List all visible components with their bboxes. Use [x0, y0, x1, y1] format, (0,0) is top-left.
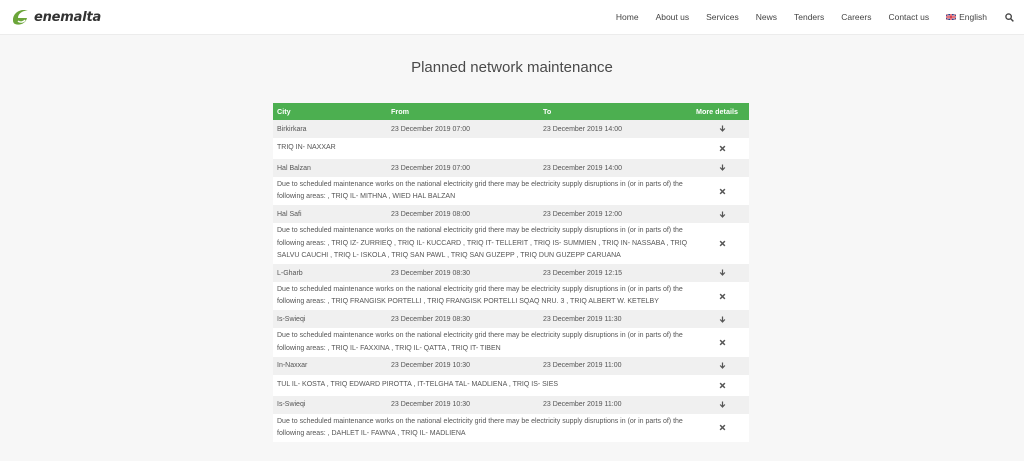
nav-home[interactable]: Home — [616, 12, 639, 22]
cell-details: Due to scheduled maintenance works on th… — [273, 177, 692, 206]
cell-from: 23 December 2019 10:30 — [387, 356, 539, 375]
close-icon[interactable] — [719, 145, 726, 152]
cell-city: Hal Balzan — [273, 159, 387, 177]
cell-to: 23 December 2019 12:00 — [539, 205, 692, 224]
expand-toggle[interactable] — [692, 310, 749, 329]
arrow-down-icon[interactable] — [719, 362, 726, 369]
close-icon[interactable] — [719, 339, 726, 346]
table-row: In-Naxxar 23 December 2019 10:30 23 Decemb… — [273, 356, 749, 375]
arrow-down-icon[interactable] — [719, 211, 726, 218]
expand-toggle[interactable] — [692, 356, 749, 375]
collapse-toggle[interactable] — [692, 138, 749, 159]
arrow-down-icon[interactable] — [719, 401, 726, 408]
cell-city: L-Gharb — [273, 264, 387, 283]
brand-name: enemalta — [34, 9, 102, 25]
cell-city: Birkirkara — [273, 120, 387, 138]
table-row: Hal Safi 23 December 2019 08:00 23 Decembe… — [273, 205, 749, 224]
cell-city: Is-Swieqi — [273, 395, 387, 414]
expand-toggle[interactable] — [692, 120, 749, 138]
expand-toggle[interactable] — [692, 205, 749, 224]
collapse-toggle[interactable] — [692, 328, 749, 357]
cell-to: 23 December 2019 11:00 — [539, 356, 692, 375]
cell-to: 23 December 2019 14:00 — [539, 120, 692, 138]
cell-city: Is-Swieqi — [273, 310, 387, 329]
uk-flag-icon — [946, 14, 957, 20]
expand-toggle[interactable] — [692, 159, 749, 177]
close-icon[interactable] — [719, 293, 726, 300]
cell-details: Due to scheduled maintenance works on th… — [273, 413, 692, 443]
table-detail-row: Due to scheduled maintenance works on th… — [273, 223, 749, 265]
table-row: Birkirkara 23 December 2019 07:00 23 Decem… — [273, 120, 749, 138]
cell-to: 23 December 2019 11:30 — [539, 310, 692, 329]
close-icon[interactable] — [719, 240, 726, 247]
main-nav: Home About us Services News Tenders Care… — [599, 0, 1014, 34]
table-detail-row: Due to scheduled maintenance works on th… — [273, 413, 749, 443]
collapse-toggle[interactable] — [692, 177, 749, 206]
nav-careers[interactable]: Careers — [841, 12, 871, 22]
cell-city: In-Naxxar — [273, 356, 387, 375]
header-city: City — [273, 103, 387, 120]
collapse-toggle[interactable] — [692, 223, 749, 265]
table-row: L-Gharb 23 December 2019 08:30 23 December… — [273, 264, 749, 283]
collapse-toggle[interactable] — [692, 282, 749, 311]
maintenance-table: City From To More details Birkirkara 23 D… — [273, 103, 749, 443]
table-detail-row: TRIQ IN- NAXXAR — [273, 138, 749, 159]
cell-to: 23 December 2019 14:00 — [539, 159, 692, 177]
table-row: Hal Balzan 23 December 2019 07:00 23 Decem… — [273, 159, 749, 177]
close-icon[interactable] — [719, 382, 726, 389]
header-from: From — [387, 103, 539, 120]
cell-to: 23 December 2019 11:00 — [539, 395, 692, 414]
close-icon[interactable] — [719, 188, 726, 195]
table-row: Is-Swieqi 23 December 2019 10:30 23 Decemb… — [273, 395, 749, 414]
table-detail-row: Due to scheduled maintenance works on th… — [273, 282, 749, 311]
expand-toggle[interactable] — [692, 395, 749, 414]
nav-tenders[interactable]: Tenders — [794, 12, 824, 22]
header-more-details: More details — [692, 103, 749, 120]
arrow-down-icon[interactable] — [719, 125, 726, 133]
header-to: To — [539, 103, 692, 120]
cell-to: 23 December 2019 12:15 — [539, 264, 692, 283]
nav-contact[interactable]: Contact us — [888, 12, 929, 22]
collapse-toggle[interactable] — [692, 374, 749, 396]
nav-services[interactable]: Services — [706, 12, 739, 22]
table-header-row: City From To More details — [273, 103, 749, 120]
arrow-down-icon[interactable] — [719, 164, 726, 172]
language-label: English — [959, 12, 987, 22]
collapse-toggle[interactable] — [692, 413, 749, 443]
cell-from: 23 December 2019 10:30 — [387, 395, 539, 414]
search-icon[interactable] — [1005, 12, 1014, 22]
cell-details: Due to scheduled maintenance works on th… — [273, 223, 692, 265]
enemalta-logo[interactable]: enemalta — [10, 7, 101, 27]
cell-details: Due to scheduled maintenance works on th… — [273, 282, 692, 311]
cell-from: 23 December 2019 08:30 — [387, 310, 539, 329]
arrow-down-icon[interactable] — [719, 316, 726, 323]
table-body: Birkirkara 23 December 2019 07:00 23 Decem… — [273, 120, 749, 443]
table-row: Is-Swieqi 23 December 2019 08:30 23 Decemb… — [273, 310, 749, 329]
language-selector[interactable]: English — [946, 12, 987, 22]
page-title: Planned network maintenance — [411, 59, 613, 76]
logo-mark-icon — [13, 10, 28, 25]
site-header: enemalta Home About us Services News Ten… — [0, 0, 1024, 35]
cell-details: Due to scheduled maintenance works on th… — [273, 328, 692, 357]
cell-from: 23 December 2019 07:00 — [387, 120, 539, 138]
expand-toggle[interactable] — [692, 264, 749, 283]
cell-from: 23 December 2019 07:00 — [387, 159, 539, 177]
cell-details: TUL IL- KOSTA , TRIQ EDWARD PIROTTA , IT… — [273, 374, 692, 396]
arrow-down-icon[interactable] — [719, 269, 726, 277]
nav-news[interactable]: News — [756, 12, 777, 22]
cell-details: TRIQ IN- NAXXAR — [273, 138, 692, 159]
cell-city: Hal Safi — [273, 205, 387, 224]
cell-from: 23 December 2019 08:00 — [387, 205, 539, 224]
table-detail-row: TUL IL- KOSTA , TRIQ EDWARD PIROTTA , IT… — [273, 374, 749, 396]
table-detail-row: Due to scheduled maintenance works on th… — [273, 177, 749, 206]
table-detail-row: Due to scheduled maintenance works on th… — [273, 328, 749, 357]
close-icon[interactable] — [719, 424, 726, 431]
cell-from: 23 December 2019 08:30 — [387, 264, 539, 283]
nav-about[interactable]: About us — [656, 12, 690, 22]
